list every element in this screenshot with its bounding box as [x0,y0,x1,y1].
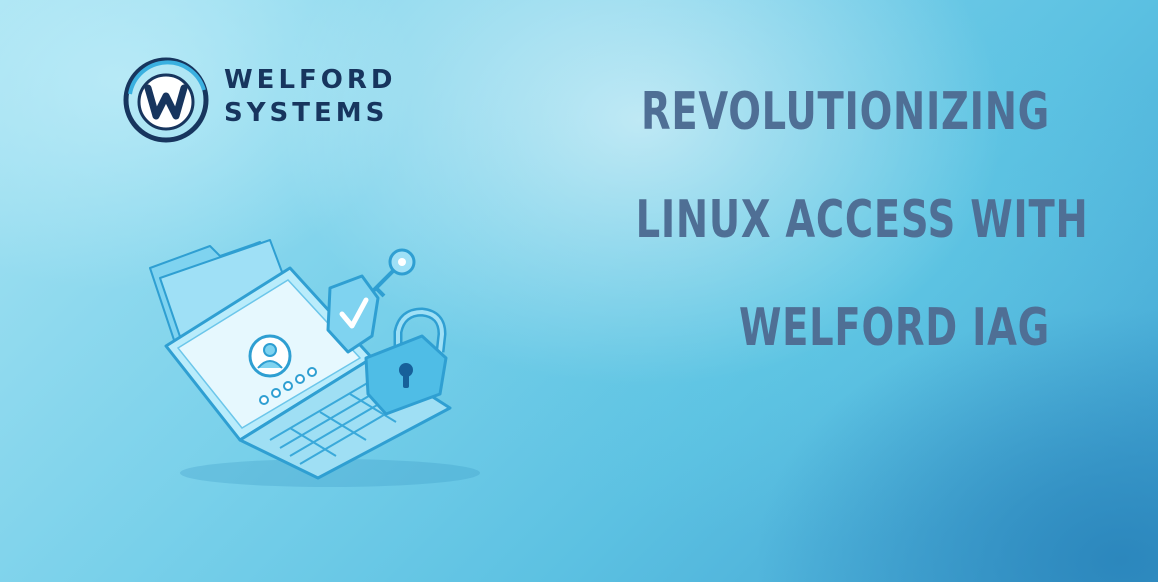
secure-laptop-illustration [149,239,480,487]
headline-line-3: WELFORD IAG [738,298,1050,358]
brand-logo: WELFORD SYSTEMS [120,54,420,144]
headline-line-1: REVOLUTIONIZING [640,82,1050,142]
headline: REVOLUTIONIZING LINUX ACCESS WITH WELFOR… [635,58,1089,382]
brand-line-1: WELFORD [224,65,397,95]
brand-line-2: SYSTEMS [224,98,389,128]
brand-wordmark: WELFORD SYSTEMS [224,64,396,130]
w-circle-logo-icon [123,57,209,143]
headline-line-2: LINUX ACCESS WITH [635,190,1089,250]
user-avatar-icon [248,334,292,378]
